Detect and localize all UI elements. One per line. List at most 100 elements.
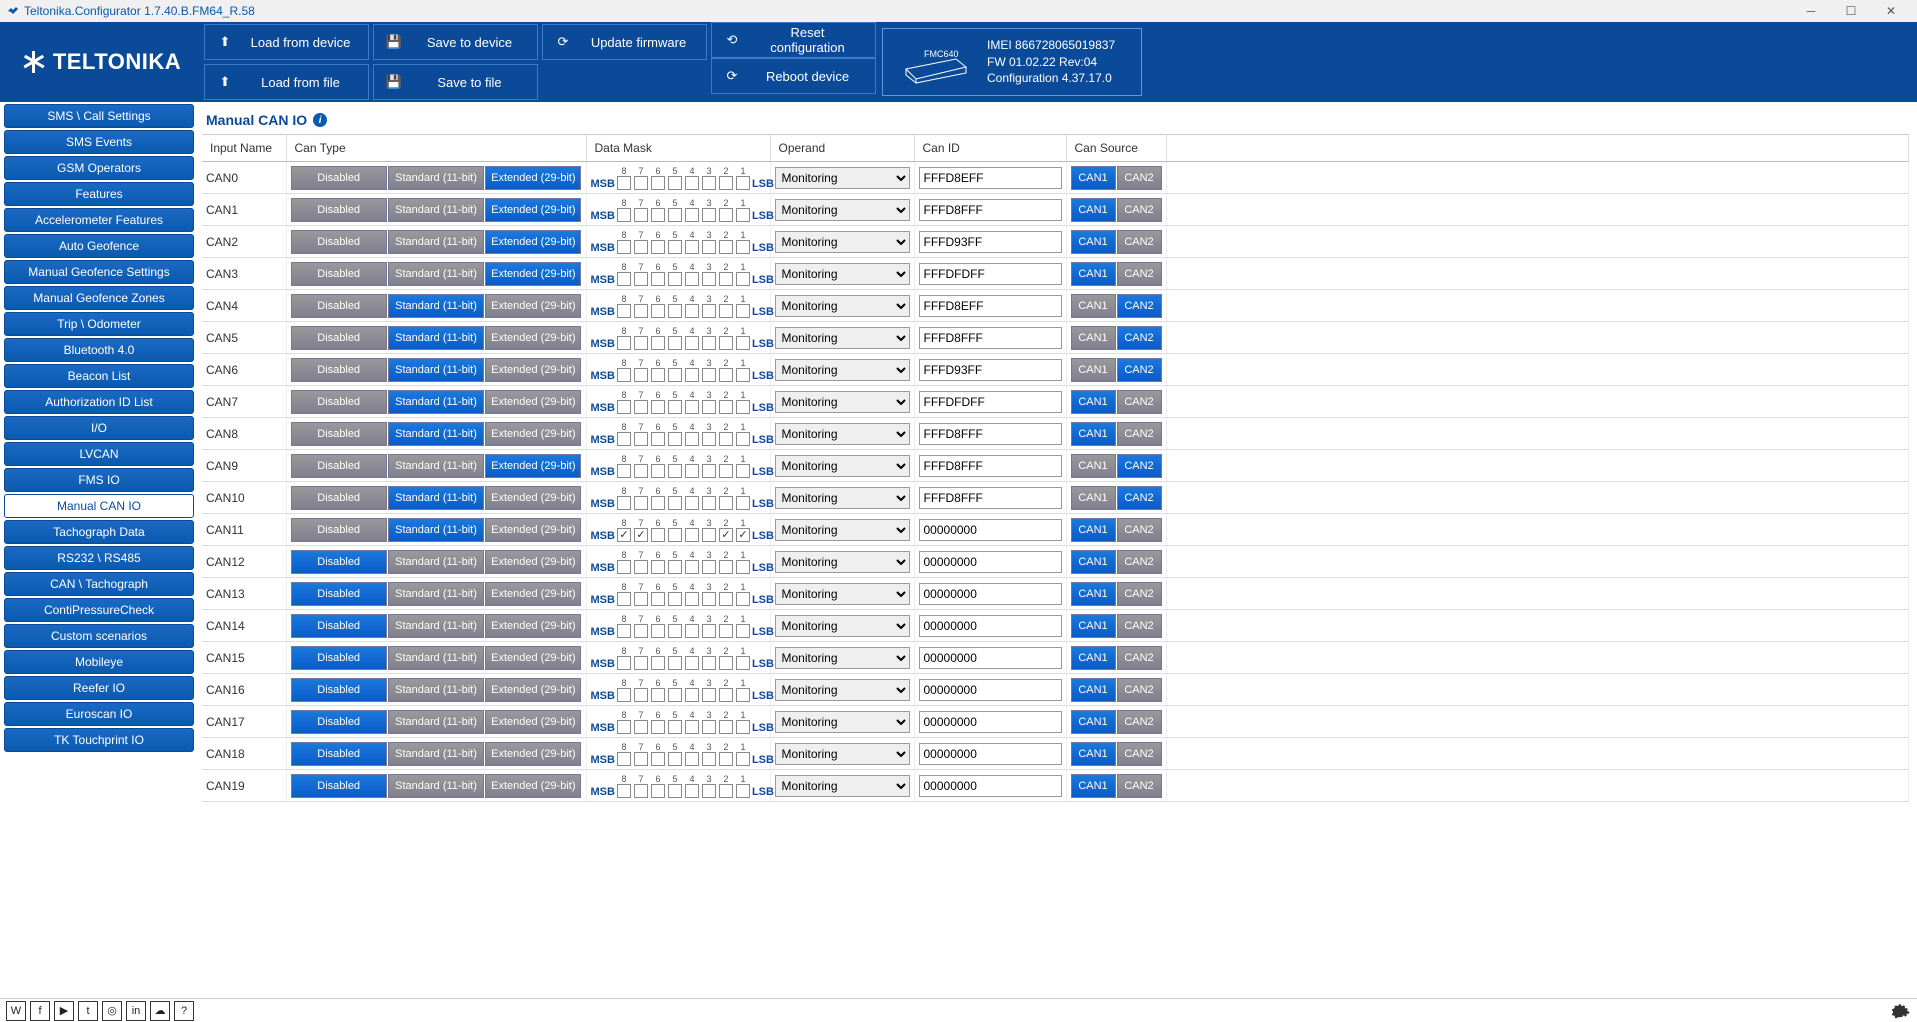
- bit-checkbox-4[interactable]: [685, 688, 699, 702]
- bit-checkbox-5[interactable]: [668, 240, 682, 254]
- can-source-can2-button[interactable]: CAN2: [1117, 198, 1162, 222]
- bit-checkbox-6[interactable]: [651, 688, 665, 702]
- bit-checkbox-5[interactable]: [668, 592, 682, 606]
- can-source-can2-button[interactable]: CAN2: [1117, 454, 1162, 478]
- bit-checkbox-3[interactable]: [702, 752, 716, 766]
- can-id-input[interactable]: [919, 487, 1062, 509]
- can-type-ext-button[interactable]: Extended (29-bit): [485, 454, 581, 478]
- can-source-can1-button[interactable]: CAN1: [1071, 262, 1116, 286]
- bit-checkbox-8[interactable]: [617, 240, 631, 254]
- bit-checkbox-6[interactable]: [651, 336, 665, 350]
- can-source-can2-button[interactable]: CAN2: [1117, 614, 1162, 638]
- bit-checkbox-3[interactable]: [702, 656, 716, 670]
- bit-checkbox-7[interactable]: [634, 656, 648, 670]
- bit-checkbox-1[interactable]: [736, 688, 750, 702]
- bit-checkbox-6[interactable]: [651, 624, 665, 638]
- can-id-input[interactable]: [919, 423, 1062, 445]
- bit-checkbox-3[interactable]: [702, 784, 716, 798]
- can-id-input[interactable]: [919, 551, 1062, 573]
- bit-checkbox-6[interactable]: [651, 464, 665, 478]
- can-id-input[interactable]: [919, 679, 1062, 701]
- bit-checkbox-7[interactable]: [634, 240, 648, 254]
- bit-checkbox-3[interactable]: [702, 368, 716, 382]
- operand-select[interactable]: Monitoring: [775, 359, 910, 381]
- can-type-ext-button[interactable]: Extended (29-bit): [485, 166, 581, 190]
- bit-checkbox-1[interactable]: [736, 400, 750, 414]
- bit-checkbox-1[interactable]: [736, 368, 750, 382]
- can-type-std-button[interactable]: Standard (11-bit): [388, 326, 484, 350]
- bit-checkbox-2[interactable]: [719, 688, 733, 702]
- sidebar-item-manual-can-io[interactable]: Manual CAN IO: [4, 494, 194, 518]
- bit-checkbox-1[interactable]: [736, 208, 750, 222]
- bit-checkbox-7[interactable]: [634, 336, 648, 350]
- sidebar-item-bluetooth-4-0[interactable]: Bluetooth 4.0: [4, 338, 194, 362]
- can-type-ext-button[interactable]: Extended (29-bit): [485, 262, 581, 286]
- operand-select[interactable]: Monitoring: [775, 679, 910, 701]
- bit-checkbox-1[interactable]: [736, 752, 750, 766]
- can-source-can2-button[interactable]: CAN2: [1117, 422, 1162, 446]
- bit-checkbox-6[interactable]: [651, 592, 665, 606]
- save-to-file-button[interactable]: 💾Save to file: [373, 64, 538, 100]
- bit-checkbox-7[interactable]: [634, 784, 648, 798]
- sidebar-item-contipressurecheck[interactable]: ContiPressureCheck: [4, 598, 194, 622]
- can-source-can1-button[interactable]: CAN1: [1071, 198, 1116, 222]
- bit-checkbox-3[interactable]: [702, 272, 716, 286]
- operand-select[interactable]: Monitoring: [775, 583, 910, 605]
- can-type-disabled-button[interactable]: Disabled: [291, 774, 387, 798]
- bit-checkbox-1[interactable]: [736, 656, 750, 670]
- sidebar-item-tachograph-data[interactable]: Tachograph Data: [4, 520, 194, 544]
- can-type-ext-button[interactable]: Extended (29-bit): [485, 678, 581, 702]
- operand-select[interactable]: Monitoring: [775, 647, 910, 669]
- bit-checkbox-3[interactable]: [702, 496, 716, 510]
- bit-checkbox-3[interactable]: [702, 688, 716, 702]
- can-type-disabled-button[interactable]: Disabled: [291, 550, 387, 574]
- operand-select[interactable]: Monitoring: [775, 295, 910, 317]
- operand-select[interactable]: Monitoring: [775, 391, 910, 413]
- support-icon[interactable]: ☁: [150, 1001, 170, 1021]
- operand-select[interactable]: Monitoring: [775, 519, 910, 541]
- can-id-input[interactable]: [919, 647, 1062, 669]
- can-type-ext-button[interactable]: Extended (29-bit): [485, 550, 581, 574]
- can-type-ext-button[interactable]: Extended (29-bit): [485, 198, 581, 222]
- reset-configuration-button[interactable]: ⟲Reset configuration: [711, 22, 876, 58]
- can-type-disabled-button[interactable]: Disabled: [291, 390, 387, 414]
- can-source-can2-button[interactable]: CAN2: [1117, 742, 1162, 766]
- bit-checkbox-8[interactable]: [617, 560, 631, 574]
- bit-checkbox-7[interactable]: [634, 560, 648, 574]
- sidebar-item-mobileye[interactable]: Mobileye: [4, 650, 194, 674]
- bit-checkbox-7[interactable]: [634, 592, 648, 606]
- bit-checkbox-8[interactable]: [617, 688, 631, 702]
- can-type-std-button[interactable]: Standard (11-bit): [388, 550, 484, 574]
- can-source-can2-button[interactable]: CAN2: [1117, 358, 1162, 382]
- table-scroll[interactable]: Input Name Can Type Data Mask Operand Ca…: [202, 134, 1909, 992]
- can-source-can2-button[interactable]: CAN2: [1117, 550, 1162, 574]
- bit-checkbox-3[interactable]: [702, 304, 716, 318]
- can-id-input[interactable]: [919, 775, 1062, 797]
- can-type-disabled-button[interactable]: Disabled: [291, 614, 387, 638]
- can-type-ext-button[interactable]: Extended (29-bit): [485, 230, 581, 254]
- bit-checkbox-6[interactable]: [651, 208, 665, 222]
- bit-checkbox-5[interactable]: [668, 208, 682, 222]
- bit-checkbox-7[interactable]: [634, 176, 648, 190]
- operand-select[interactable]: Monitoring: [775, 199, 910, 221]
- can-id-input[interactable]: [919, 743, 1062, 765]
- can-source-can2-button[interactable]: CAN2: [1117, 166, 1162, 190]
- can-source-can1-button[interactable]: CAN1: [1071, 742, 1116, 766]
- bit-checkbox-8[interactable]: [617, 400, 631, 414]
- bit-checkbox-3[interactable]: [702, 560, 716, 574]
- bit-checkbox-2[interactable]: [719, 496, 733, 510]
- bit-checkbox-2[interactable]: [719, 240, 733, 254]
- bit-checkbox-7[interactable]: [634, 368, 648, 382]
- bit-checkbox-2[interactable]: [719, 176, 733, 190]
- bit-checkbox-4[interactable]: [685, 592, 699, 606]
- can-source-can1-button[interactable]: CAN1: [1071, 774, 1116, 798]
- bit-checkbox-6[interactable]: [651, 240, 665, 254]
- can-source-can1-button[interactable]: CAN1: [1071, 614, 1116, 638]
- bit-checkbox-3[interactable]: [702, 592, 716, 606]
- can-type-std-button[interactable]: Standard (11-bit): [388, 390, 484, 414]
- operand-select[interactable]: Monitoring: [775, 743, 910, 765]
- bit-checkbox-6[interactable]: [651, 560, 665, 574]
- bit-checkbox-4[interactable]: [685, 240, 699, 254]
- bit-checkbox-1[interactable]: [736, 720, 750, 734]
- wiki-icon[interactable]: W: [6, 1001, 26, 1021]
